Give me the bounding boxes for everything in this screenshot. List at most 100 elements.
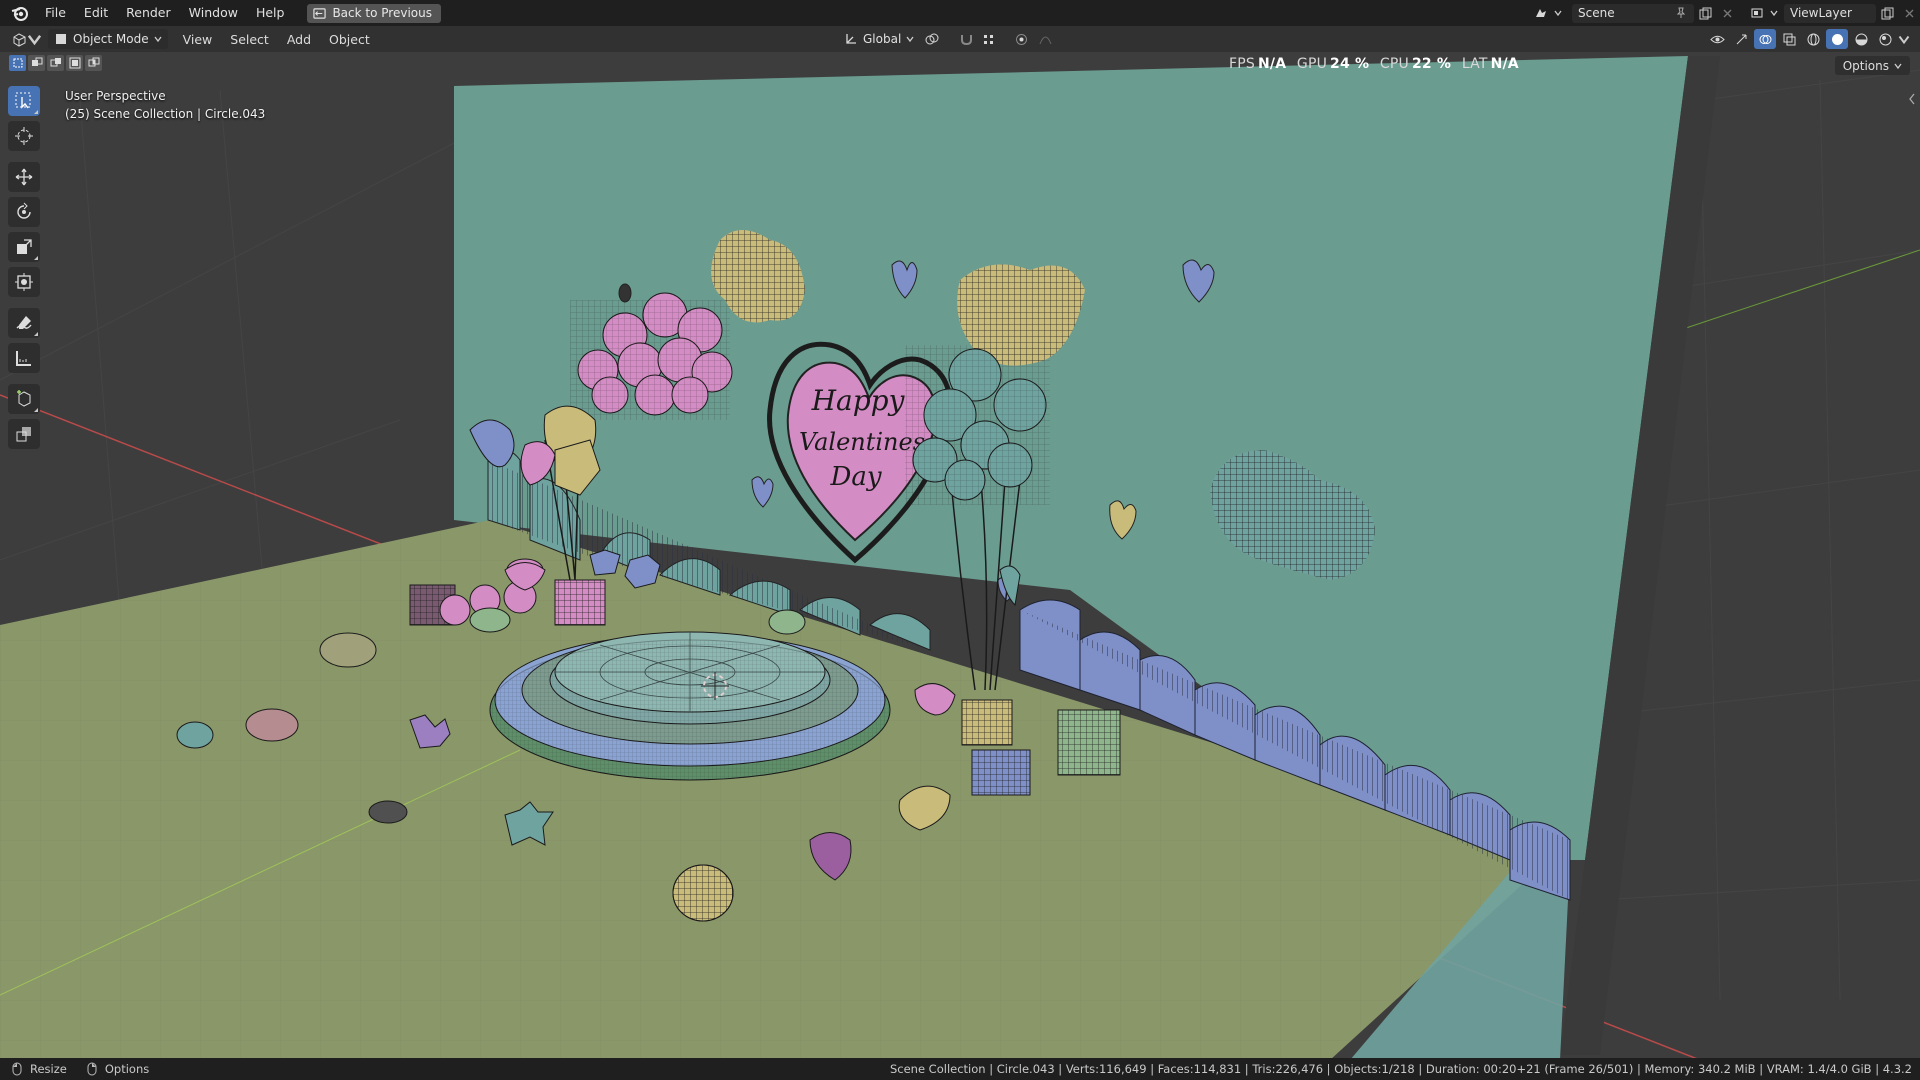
xray-icon bbox=[1783, 33, 1795, 45]
tool-measure[interactable] bbox=[8, 343, 40, 373]
viewlayer-type-dropdown[interactable] bbox=[1744, 4, 1784, 23]
tool-extrude[interactable] bbox=[8, 419, 40, 449]
menu-add[interactable]: Add bbox=[278, 32, 320, 47]
top-menu-bar: File Edit Render Window Help Back to Pre… bbox=[0, 0, 1920, 26]
new-scene-button[interactable] bbox=[1694, 3, 1716, 23]
editor-type-dropdown[interactable] bbox=[12, 29, 42, 49]
select-intersect-icon bbox=[88, 57, 99, 67]
proportional-edit-toggle[interactable] bbox=[1010, 29, 1032, 49]
snap-grid-icon bbox=[983, 34, 993, 44]
rotate-icon bbox=[17, 202, 31, 219]
menu-help[interactable]: Help bbox=[247, 0, 294, 26]
overlays-toggle[interactable] bbox=[1754, 29, 1776, 49]
scene-icon bbox=[1536, 9, 1546, 17]
card-text-line-1: Happy bbox=[811, 384, 906, 417]
select-intersect-button[interactable] bbox=[85, 55, 102, 71]
snap-toggle[interactable] bbox=[955, 29, 977, 49]
select-subtract-icon bbox=[50, 58, 61, 67]
chevron-down-icon bbox=[1554, 10, 1562, 17]
viewport-options-dropdown[interactable]: Options bbox=[1834, 56, 1910, 75]
object-mode-icon bbox=[56, 34, 66, 44]
menu-select[interactable]: Select bbox=[221, 32, 278, 47]
fps-label: FPS bbox=[1229, 56, 1255, 72]
viewport-3d[interactable]: Happy Valentines Day bbox=[0, 0, 1920, 1080]
delete-viewlayer-button[interactable] bbox=[1898, 3, 1920, 23]
3d-viewport-icon bbox=[13, 32, 26, 47]
tool-annotate[interactable] bbox=[8, 308, 40, 338]
shading-rendered-button[interactable] bbox=[1874, 29, 1896, 49]
select-extend-icon bbox=[31, 57, 42, 66]
select-subtract-button[interactable] bbox=[47, 55, 64, 71]
selection-mode-buttons bbox=[9, 55, 102, 71]
performance-stats: FPS N/A GPU 24 % CPU 22 % LAT N/A bbox=[1229, 52, 1525, 78]
pivot-icon bbox=[925, 33, 938, 44]
tool-select-box[interactable] bbox=[8, 86, 40, 116]
viewlayer-name-value: ViewLayer bbox=[1790, 6, 1852, 20]
cpu-value: 22 % bbox=[1411, 56, 1452, 72]
rendered-sphere-icon bbox=[1879, 33, 1891, 45]
lat-label: LAT bbox=[1461, 56, 1488, 72]
shading-wireframe-button[interactable] bbox=[1802, 29, 1824, 49]
falloff-dropdown[interactable] bbox=[1034, 29, 1056, 49]
chevron-down-icon bbox=[906, 36, 914, 43]
viewlayer-name-field[interactable]: ViewLayer bbox=[1784, 3, 1876, 23]
shading-material-button[interactable] bbox=[1850, 29, 1872, 49]
delete-scene-button[interactable] bbox=[1716, 3, 1738, 23]
collection-info: (25) Scene Collection | Circle.043 bbox=[65, 107, 266, 121]
scene-name-field[interactable]: Scene bbox=[1572, 3, 1694, 23]
viewport-header: Object Mode View Select Add Object Globa… bbox=[0, 26, 1920, 72]
tool-add-cube[interactable] bbox=[8, 384, 40, 414]
pivot-point-dropdown[interactable] bbox=[920, 29, 942, 49]
gizmo-toggle[interactable] bbox=[1730, 29, 1752, 49]
new-viewlayer-button[interactable] bbox=[1876, 3, 1898, 23]
tool-scale[interactable] bbox=[8, 232, 40, 262]
status-hint-options: Options bbox=[104, 1062, 150, 1076]
select-extend-button[interactable] bbox=[28, 55, 45, 71]
select-invert-icon bbox=[69, 57, 80, 69]
xray-toggle[interactable] bbox=[1778, 29, 1800, 49]
cursor-icon bbox=[15, 127, 33, 145]
menu-object[interactable]: Object bbox=[320, 32, 379, 47]
extrude-icon bbox=[16, 427, 31, 442]
screen-back-icon bbox=[313, 7, 327, 19]
status-hint-resize: Resize bbox=[30, 1062, 67, 1076]
tool-rotate[interactable] bbox=[8, 197, 40, 227]
shading-solid-button[interactable] bbox=[1826, 29, 1848, 49]
blender-logo-icon[interactable] bbox=[10, 3, 30, 23]
object-visibility-dropdown[interactable] bbox=[1706, 29, 1728, 49]
scene-name-value: Scene bbox=[1578, 6, 1615, 20]
shading-options-dropdown[interactable] bbox=[1898, 29, 1910, 49]
menu-render[interactable]: Render bbox=[117, 0, 180, 26]
tool-cursor[interactable] bbox=[8, 121, 40, 151]
viewport-info: User Perspective (25) Scene Collection |… bbox=[65, 87, 265, 123]
viewport-options-label: Options bbox=[1842, 58, 1889, 73]
snap-target-dropdown[interactable] bbox=[977, 29, 999, 49]
tool-move[interactable] bbox=[8, 162, 40, 192]
select-box-icon bbox=[15, 92, 31, 109]
mouse-right-icon bbox=[87, 1062, 97, 1076]
select-invert-button[interactable] bbox=[66, 55, 83, 71]
scene-statistics: Scene Collection | Circle.043 | Verts:11… bbox=[889, 1062, 1912, 1076]
menu-edit[interactable]: Edit bbox=[75, 0, 117, 26]
balloon-cluster-pink bbox=[570, 292, 733, 420]
mouse-left-icon bbox=[12, 1062, 22, 1076]
object-mode-dropdown[interactable]: Object Mode bbox=[48, 29, 168, 49]
chevron-down-icon bbox=[1898, 35, 1910, 44]
chevron-down-icon bbox=[27, 34, 42, 45]
fps-value: N/A bbox=[1257, 56, 1287, 72]
menu-window[interactable]: Window bbox=[180, 0, 247, 26]
sidebar-toggle-icon[interactable] bbox=[1907, 92, 1917, 106]
overlays-icon bbox=[1759, 34, 1771, 44]
solid-sphere-icon bbox=[1831, 33, 1843, 45]
menu-view[interactable]: View bbox=[174, 32, 222, 47]
select-new-button[interactable] bbox=[9, 55, 26, 71]
transform-orientation-dropdown[interactable]: Global bbox=[838, 29, 920, 49]
round-stage bbox=[489, 631, 891, 781]
gpu-value: 24 % bbox=[1330, 56, 1370, 72]
scene-type-dropdown[interactable] bbox=[1528, 4, 1568, 23]
back-to-previous-button[interactable]: Back to Previous bbox=[307, 3, 441, 23]
tool-transform[interactable] bbox=[8, 267, 40, 297]
menu-file[interactable]: File bbox=[36, 0, 75, 26]
pin-icon[interactable] bbox=[1674, 6, 1688, 20]
gpu-label: GPU bbox=[1296, 56, 1328, 72]
